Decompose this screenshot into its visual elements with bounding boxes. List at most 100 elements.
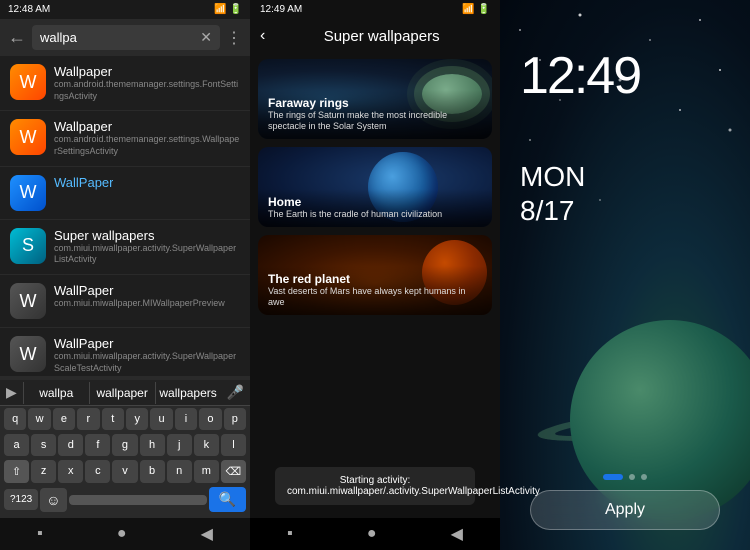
- nav-recents-icon[interactable]: ●: [117, 525, 127, 543]
- suggest-wallpaper[interactable]: wallpaper: [89, 382, 155, 404]
- app-name-5: WallPaper: [54, 336, 240, 351]
- apply-button[interactable]: Apply: [530, 490, 720, 530]
- keyboard-row-1: q w e r t y u i o p: [0, 406, 250, 432]
- app-package-1: com.android.thememanager.settings.Wallpa…: [54, 134, 240, 157]
- key-symbols[interactable]: ?123: [4, 489, 38, 510]
- wp-card-desc-saturn: The rings of Saturn make the most incred…: [268, 110, 482, 133]
- wallpapers-panel: 12:49 AM 📶 🔋 ‹ Super wallpapers Faraway …: [250, 0, 500, 550]
- app-package-0: com.android.thememanager.settings.FontSe…: [54, 79, 240, 102]
- nav-bar-wallpapers: ▪ ● ◀: [250, 518, 500, 550]
- search-input[interactable]: wallpa: [40, 30, 77, 45]
- lockscreen-date-num: 8/17: [520, 194, 585, 228]
- suggest-expand-icon[interactable]: ▶: [0, 380, 23, 405]
- wp-status-time: 12:49 AM: [260, 4, 302, 15]
- key-g[interactable]: g: [112, 434, 137, 456]
- microphone-icon[interactable]: 🎤: [221, 380, 250, 405]
- status-time: 12:48 AM: [8, 4, 50, 15]
- lockscreen-time: 12:49: [520, 50, 640, 102]
- page-dot-1: [629, 474, 635, 480]
- nav-bar-search: ▪ ● ◀: [0, 518, 250, 550]
- key-r[interactable]: r: [77, 408, 99, 430]
- app-list-item-3[interactable]: SSuper wallpaperscom.miui.miwallpaper.ac…: [0, 220, 250, 275]
- wp-back-button[interactable]: ‹: [260, 27, 265, 45]
- page-dot-2: [641, 474, 647, 480]
- nav-home-icon[interactable]: ▪: [37, 525, 43, 543]
- key-l[interactable]: l: [221, 434, 246, 456]
- app-list: WWallpapercom.android.thememanager.setti…: [0, 56, 250, 376]
- key-w[interactable]: w: [28, 408, 50, 430]
- key-x[interactable]: x: [58, 460, 83, 483]
- key-i[interactable]: i: [175, 408, 197, 430]
- statusbar-search: 12:48 AM 📶 🔋: [0, 0, 250, 19]
- key-z[interactable]: z: [31, 460, 56, 483]
- search-back-button[interactable]: ←: [8, 27, 26, 48]
- status-icons: 📶 🔋: [214, 4, 242, 15]
- search-input-container: wallpa ✕: [32, 25, 220, 50]
- keyboard-row-4: ?123 ☺ 🔍: [0, 485, 250, 514]
- key-backspace[interactable]: ⌫: [221, 460, 246, 483]
- key-space[interactable]: [69, 495, 207, 505]
- wp-card-home[interactable]: Home The Earth is the cradle of human ci…: [258, 147, 492, 227]
- key-y[interactable]: y: [126, 408, 148, 430]
- wp-card-faraway-rings[interactable]: Faraway rings The rings of Saturn make t…: [258, 59, 492, 139]
- key-s[interactable]: s: [31, 434, 56, 456]
- key-e[interactable]: e: [53, 408, 75, 430]
- key-o[interactable]: o: [199, 408, 221, 430]
- wp-card-title-earth: Home: [268, 195, 482, 209]
- nav-back-icon[interactable]: ◀: [201, 524, 213, 544]
- app-name-3: Super wallpapers: [54, 228, 240, 243]
- app-name-0: Wallpaper: [54, 64, 240, 79]
- app-icon-3: S: [10, 228, 46, 264]
- app-package-5: com.miui.miwallpaper.activity.SuperWallp…: [54, 351, 240, 374]
- app-list-item-4[interactable]: WWallPapercom.miui.miwallpaper.MIWallpap…: [0, 275, 250, 328]
- app-name-4: WallPaper: [54, 283, 225, 298]
- app-list-item-2[interactable]: WWallPaper: [0, 167, 250, 220]
- lockscreen-day: MON: [520, 160, 585, 194]
- key-shift[interactable]: ⇧: [4, 460, 29, 483]
- wp-card-overlay-saturn: Faraway rings The rings of Saturn make t…: [258, 90, 492, 139]
- wp-nav-home-icon[interactable]: ▪: [287, 525, 293, 543]
- wp-topbar: ‹ Super wallpapers: [250, 19, 500, 53]
- search-clear-button[interactable]: ✕: [200, 29, 212, 46]
- keyboard-area: ▶ wallpa wallpaper wallpapers 🎤 q w e r …: [0, 376, 250, 518]
- key-j[interactable]: j: [167, 434, 192, 456]
- key-v[interactable]: v: [112, 460, 137, 483]
- key-emoji[interactable]: ☺: [40, 488, 66, 512]
- app-list-item-0[interactable]: W Wallpapercom.android.thememanager.setti…: [0, 56, 250, 111]
- key-f[interactable]: f: [85, 434, 110, 456]
- wp-card-overlay-mars: The red planet Vast deserts of Mars have…: [258, 266, 492, 315]
- suggest-wallpapers[interactable]: wallpapers: [155, 382, 221, 404]
- search-topbar: ← wallpa ✕ ⋮: [0, 19, 250, 56]
- key-a[interactable]: a: [4, 434, 29, 456]
- wp-card-mars[interactable]: The red planet Vast deserts of Mars have…: [258, 235, 492, 315]
- suggest-wallpa[interactable]: wallpa: [23, 382, 89, 404]
- wp-card-overlay-earth: Home The Earth is the cradle of human ci…: [258, 189, 492, 227]
- key-h[interactable]: h: [140, 434, 165, 456]
- wp-nav-back-icon[interactable]: ◀: [451, 524, 463, 544]
- page-indicator: [603, 474, 647, 480]
- key-u[interactable]: u: [150, 408, 172, 430]
- key-c[interactable]: c: [85, 460, 110, 483]
- key-search[interactable]: 🔍: [209, 487, 246, 512]
- app-icon-0: W: [10, 64, 46, 100]
- key-m[interactable]: m: [194, 460, 219, 483]
- key-q[interactable]: q: [4, 408, 26, 430]
- app-list-item-1[interactable]: W Wallpapercom.android.thememanager.setti…: [0, 111, 250, 166]
- wp-nav-recents-icon[interactable]: ●: [367, 525, 377, 543]
- app-name-1: Wallpaper: [54, 119, 240, 134]
- key-d[interactable]: d: [58, 434, 83, 456]
- keyboard-row-2: a s d f g h j k l: [0, 432, 250, 458]
- wp-status-icons: 📶 🔋: [462, 4, 490, 15]
- keyboard-row-3: ⇧ z x c v b n m ⌫: [0, 458, 250, 485]
- key-k[interactable]: k: [194, 434, 219, 456]
- key-t[interactable]: t: [102, 408, 124, 430]
- lockscreen-panel: 12:49 MON 8/17 Apply: [500, 0, 750, 550]
- app-icon-2: W: [10, 175, 46, 211]
- search-menu-button[interactable]: ⋮: [226, 28, 242, 48]
- app-icon-1: W: [10, 119, 46, 155]
- app-list-item-5[interactable]: W WallPapercom.miui.miwallpaper.activity.…: [0, 328, 250, 376]
- app-icon-5: W: [10, 336, 46, 372]
- key-p[interactable]: p: [224, 408, 246, 430]
- key-n[interactable]: n: [167, 460, 192, 483]
- key-b[interactable]: b: [140, 460, 165, 483]
